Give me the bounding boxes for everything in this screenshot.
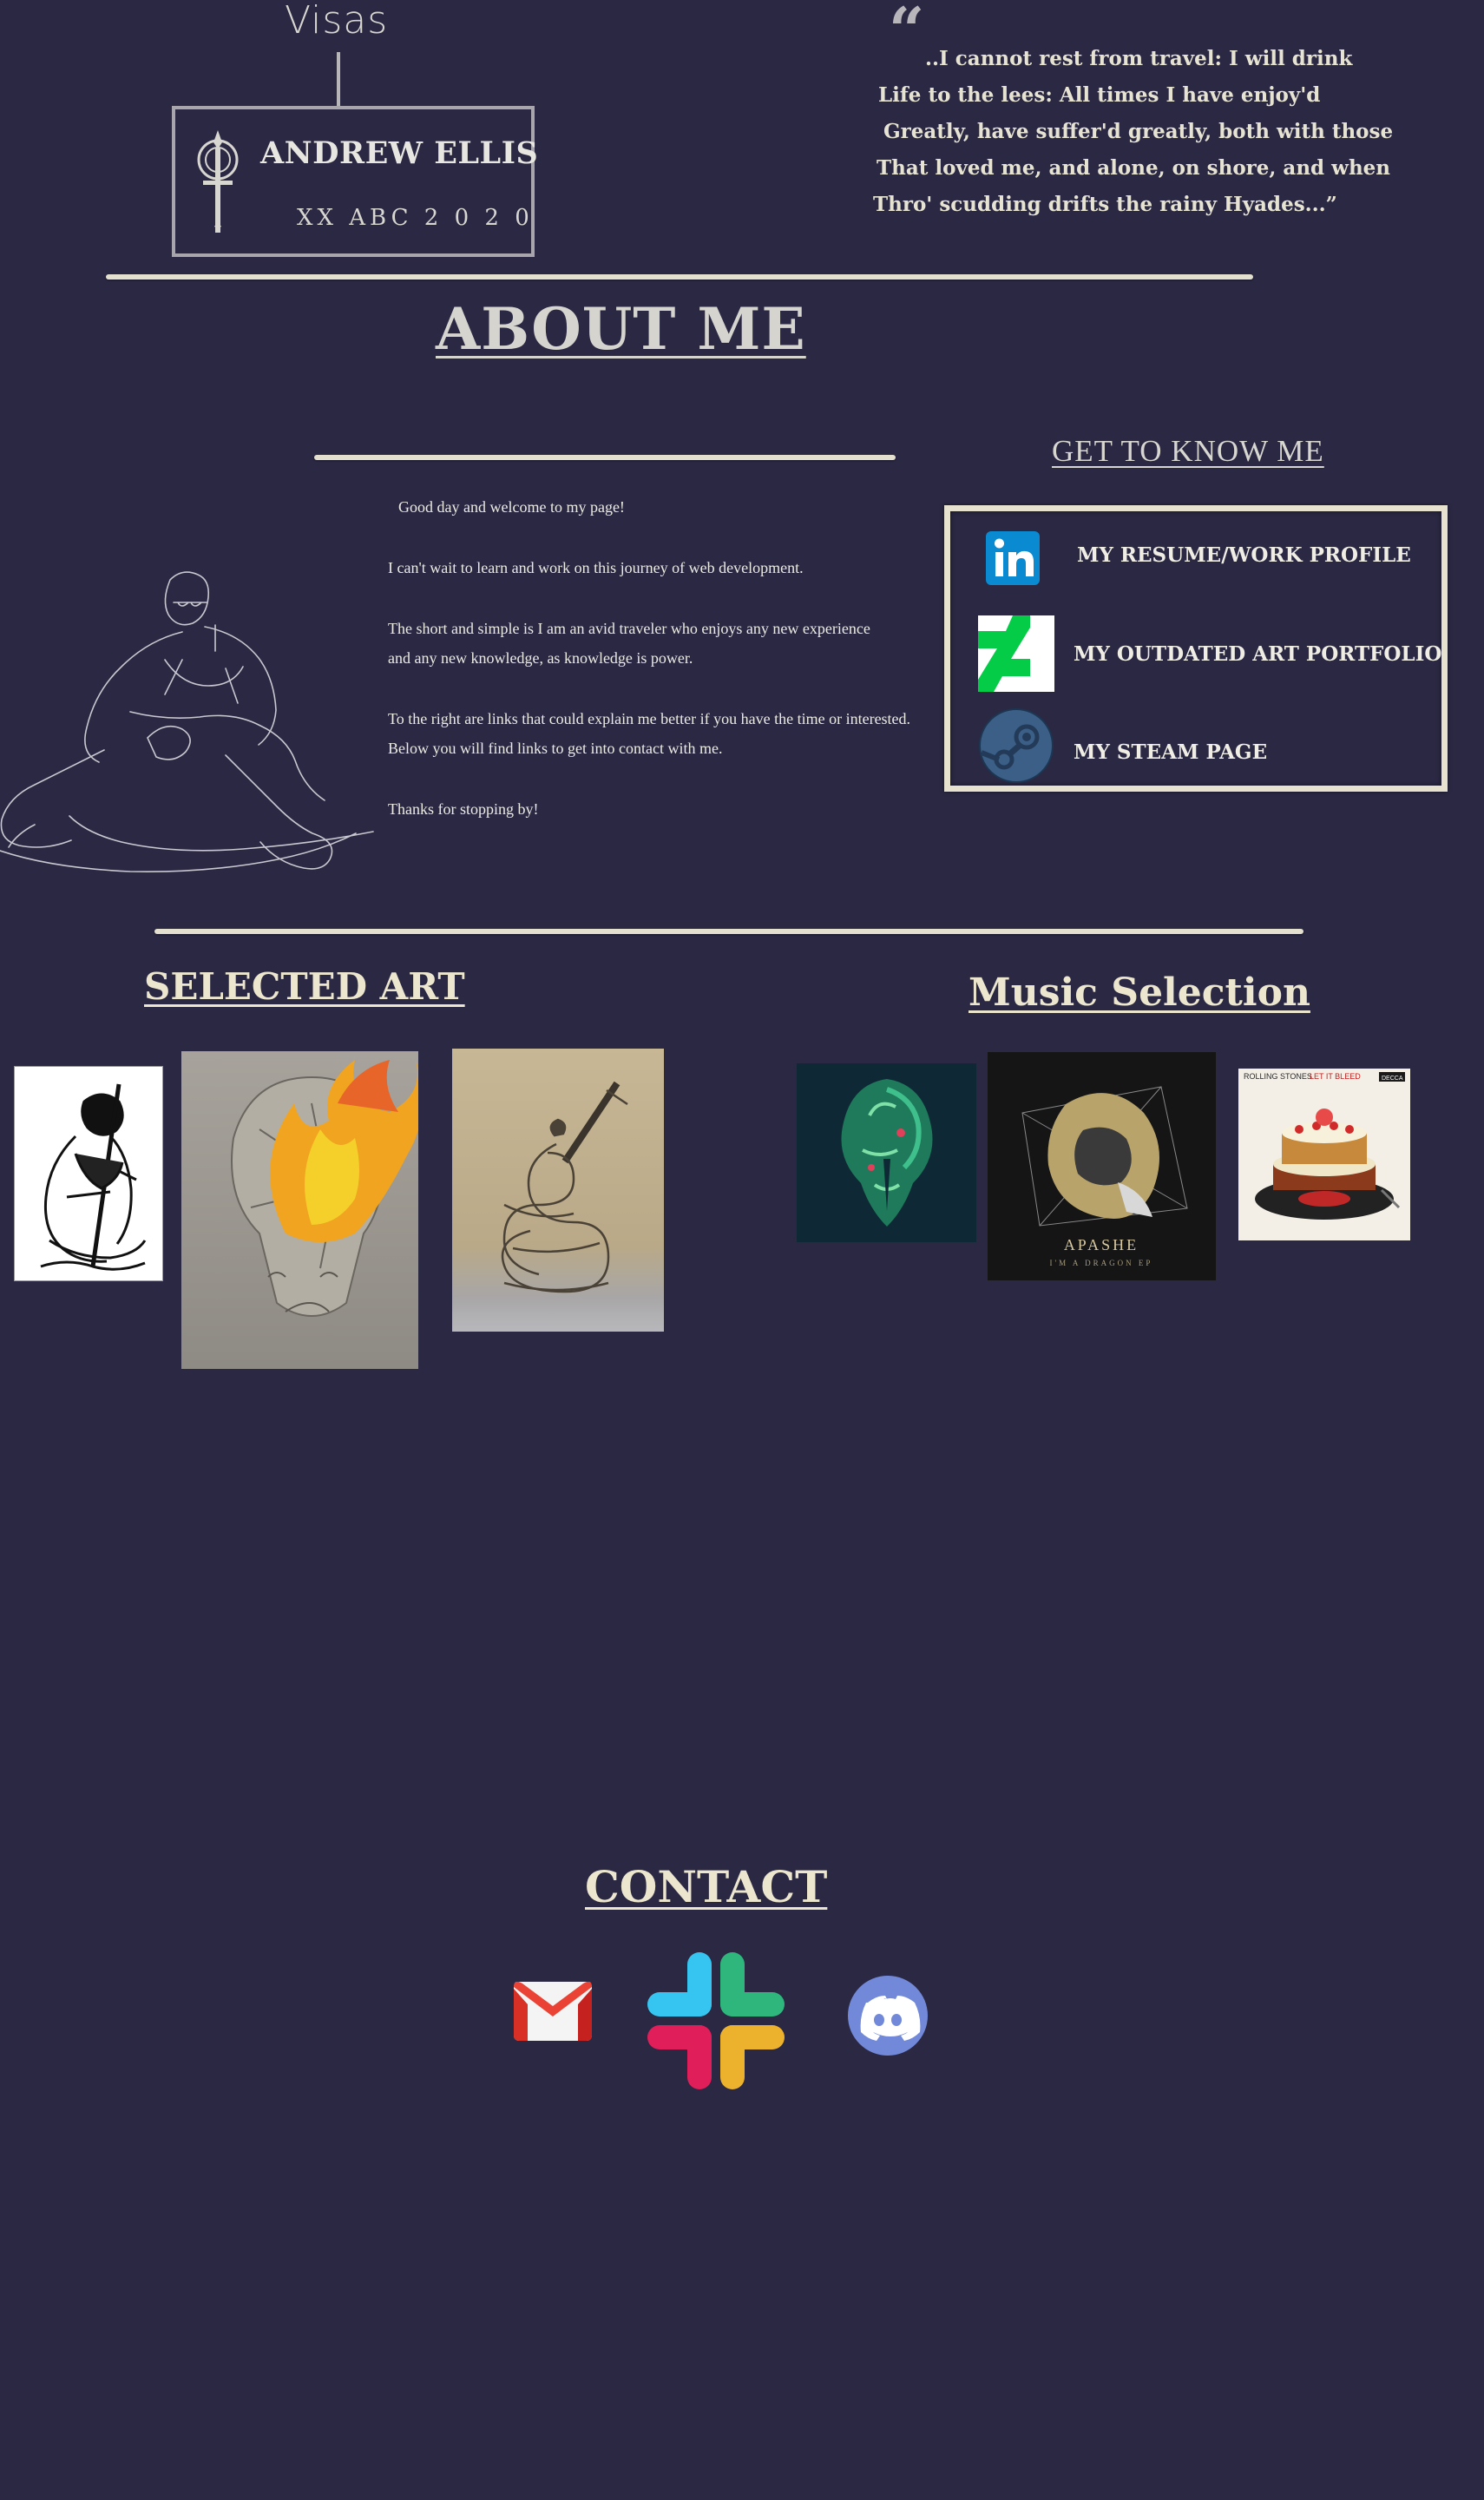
badge-hanger [337,52,340,106]
about-title: ABOUT ME [436,295,806,363]
svg-text:I'M A DRAGON EP: I'M A DRAGON EP [1050,1259,1153,1267]
art-portfolio-link[interactable]: MY OUTDATED ART PORTFOLIO [978,615,1441,692]
cake-album-cover[interactable]: ROLLING STONES LET IT BLEED DECCA [1238,1069,1410,1240]
green-forest-album-cover[interactable] [797,1063,976,1242]
quote-line: That loved me, and alone, on shore, and … [877,156,1391,180]
about-paragraph: Thanks for stopping by! [388,800,539,818]
art-portfolio-link-label: MY OUTDATED ART PORTFOLIO [1074,641,1442,666]
get-to-know-title: GET TO KNOW ME [1052,434,1324,468]
gmail-icon[interactable] [514,1982,592,2041]
quote-line: Life to the lees: All times I have enjoy… [878,83,1321,107]
linkedin-icon [986,531,1040,585]
about-paragraph: and any new knowledge, as knowledge is p… [388,649,693,667]
steam-icon [979,708,1054,783]
svg-text:ROLLING STONES: ROLLING STONES [1244,1072,1312,1081]
resume-link-label: MY RESUME/WORK PROFILE [1077,543,1411,567]
contact-title: CONTACT [585,1861,828,1912]
visas-label: Visas [285,0,389,43]
svg-text:DECCA: DECCA [1382,1076,1403,1082]
quote-line: Thro' scudding drifts the rainy Hyades..… [873,193,1337,216]
music-selection-title: Music Selection [969,970,1310,1015]
selected-art-title: SELECTED ART [144,965,465,1008]
badge-subtitle: XX ABC 2 0 2 0 [297,205,534,231]
ink-knight-drawing[interactable] [14,1066,163,1281]
sword-emblem-icon [197,130,239,233]
about-paragraph: To the right are links that could explai… [388,710,911,727]
flaming-skull-painting[interactable] [181,1051,418,1369]
steam-link-label: MY STEAM PAGE [1074,740,1268,764]
steam-link[interactable]: MY STEAM PAGE [978,707,1267,784]
about-paragraph: Good day and welcome to my page! [398,498,625,516]
divider [314,455,896,460]
slack-icon[interactable] [647,1952,785,2089]
svg-text:APASHE: APASHE [1064,1236,1139,1253]
about-paragraph: The short and simple is I am an avid tra… [388,620,870,637]
about-paragraph: I can't wait to learn and work on this j… [388,559,804,576]
self-portrait-sketch [0,571,374,873]
deviantart-icon [978,615,1054,692]
quote-line: ..I cannot rest from travel: I will drin… [925,47,1353,70]
links-box: MY RESUME/WORK PROFILE MY OUTDATED ART P… [944,505,1448,792]
name-badge: ANDREW ELLIS XX ABC 2 0 2 0 [172,106,539,257]
quote-mark: “ [889,0,925,67]
divider [154,929,1303,934]
svg-text:LET IT BLEED: LET IT BLEED [1310,1072,1361,1081]
lion-album-cover[interactable]: APASHE I'M A DRAGON EP [988,1052,1216,1280]
about-paragraph: Below you will find links to get into co… [388,740,723,757]
badge-name: ANDREW ELLIS [260,135,539,171]
quote-line: Greatly, have suffer'd greatly, both wit… [883,120,1394,143]
resume-link[interactable]: MY RESUME/WORK PROFILE [985,530,1411,586]
divider [106,274,1253,280]
snake-dagger-embroidery[interactable] [452,1049,664,1332]
discord-icon[interactable] [847,1975,929,2056]
